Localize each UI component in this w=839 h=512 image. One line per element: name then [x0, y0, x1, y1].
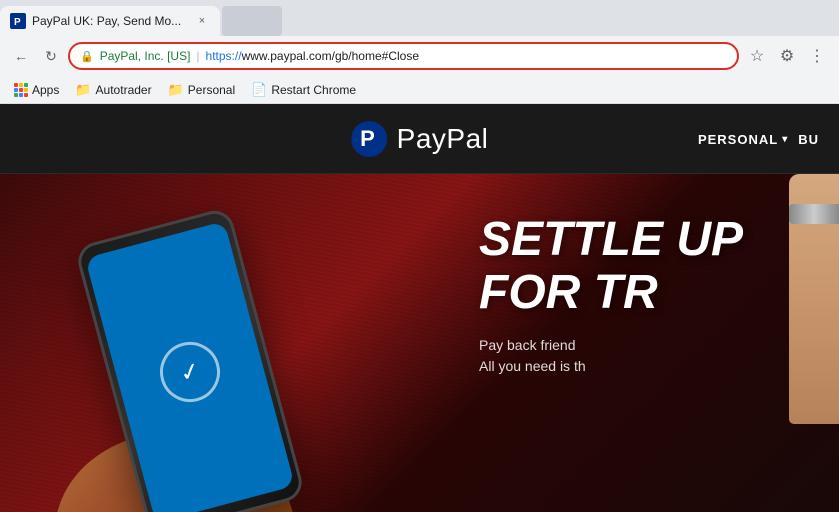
tab-close-button[interactable]: × [194, 13, 210, 29]
paypal-business-nav[interactable]: BU [798, 132, 819, 147]
apps-label: Apps [32, 83, 59, 97]
paypal-personal-nav[interactable]: PERSONAL ▾ [698, 132, 788, 147]
bookmark-restart-chrome[interactable]: 📄 Restart Chrome [245, 80, 362, 100]
paypal-header: P PayPal PERSONAL ▾ BU [0, 104, 839, 174]
paypal-p-svg-icon: P [351, 121, 387, 157]
url-protocol: https:// [206, 49, 242, 63]
new-tab-area [222, 6, 282, 36]
bookmarks-bar: Apps 📁 Autotrader 📁 Personal 📄 Restart C… [0, 76, 839, 104]
hero-subtext-line1: Pay back friend [479, 335, 819, 356]
bookmark-autotrader[interactable]: 📁 Autotrader [69, 80, 157, 100]
site-identity: PayPal, Inc. [US] [100, 49, 191, 63]
tab-bar: P PayPal UK: Pay, Send Mo... × [0, 0, 839, 36]
svg-text:P: P [360, 126, 375, 151]
security-lock-icon: 🔒 [80, 50, 94, 63]
autotrader-label: Autotrader [96, 83, 152, 97]
url-path: /gb/home#Close [332, 49, 419, 63]
back-button[interactable]: ← [8, 43, 34, 69]
toolbar-icons: ☆ ⚙ ⋮ [743, 42, 831, 70]
apps-button[interactable]: Apps [8, 81, 65, 99]
paypal-nav-right: PERSONAL ▾ BU [698, 104, 839, 174]
hero-subtext: Pay back friend All you need is th [479, 335, 819, 377]
personal-label: Personal [188, 83, 235, 97]
toolbar: ← ↻ 🔒 PayPal, Inc. [US] | https://www.pa… [0, 36, 839, 76]
personal-chevron-icon: ▾ [782, 134, 788, 145]
hero-subtext-line2: All you need is th [479, 356, 819, 377]
phone-circle-icon: ✓ [153, 335, 226, 408]
restart-chrome-label: Restart Chrome [271, 83, 356, 97]
hero-phone-image: ✓ [0, 172, 470, 512]
reload-button[interactable]: ↻ [38, 43, 64, 69]
phone-check-icon: ✓ [177, 355, 204, 388]
url-display: https://www.paypal.com/gb/home#Close [206, 49, 419, 63]
restart-chrome-doc-icon: 📄 [251, 82, 267, 98]
hero-heading: SETTLE UP FOR TR [479, 214, 819, 320]
paypal-wordmark: PayPal [397, 123, 489, 155]
autotrader-folder-icon: 📁 [75, 82, 91, 98]
address-bar[interactable]: 🔒 PayPal, Inc. [US] | https://www.paypal… [68, 42, 739, 70]
bookmark-star-button[interactable]: ☆ [743, 42, 771, 70]
page-content: P PayPal PERSONAL ▾ BU ✓ SETT [0, 104, 839, 512]
tab-title: PayPal UK: Pay, Send Mo... [32, 14, 188, 28]
chrome-browser: P PayPal UK: Pay, Send Mo... × ← ↻ 🔒 Pay… [0, 0, 839, 104]
url-separator: | [196, 49, 199, 63]
apps-grid-icon [14, 83, 28, 97]
personal-folder-icon: 📁 [168, 82, 184, 98]
url-domain: www.paypal.com [242, 49, 332, 63]
paypal-logo: P PayPal [351, 121, 489, 157]
bookmark-personal[interactable]: 📁 Personal [162, 80, 242, 100]
tab-favicon: P [10, 13, 26, 29]
svg-text:P: P [14, 17, 21, 28]
extensions-button[interactable]: ⚙ [773, 42, 801, 70]
active-tab[interactable]: P PayPal UK: Pay, Send Mo... × [0, 6, 220, 36]
more-options-button[interactable]: ⋮ [803, 42, 831, 70]
hero-text-block: SETTLE UP FOR TR Pay back friend All you… [459, 194, 839, 397]
